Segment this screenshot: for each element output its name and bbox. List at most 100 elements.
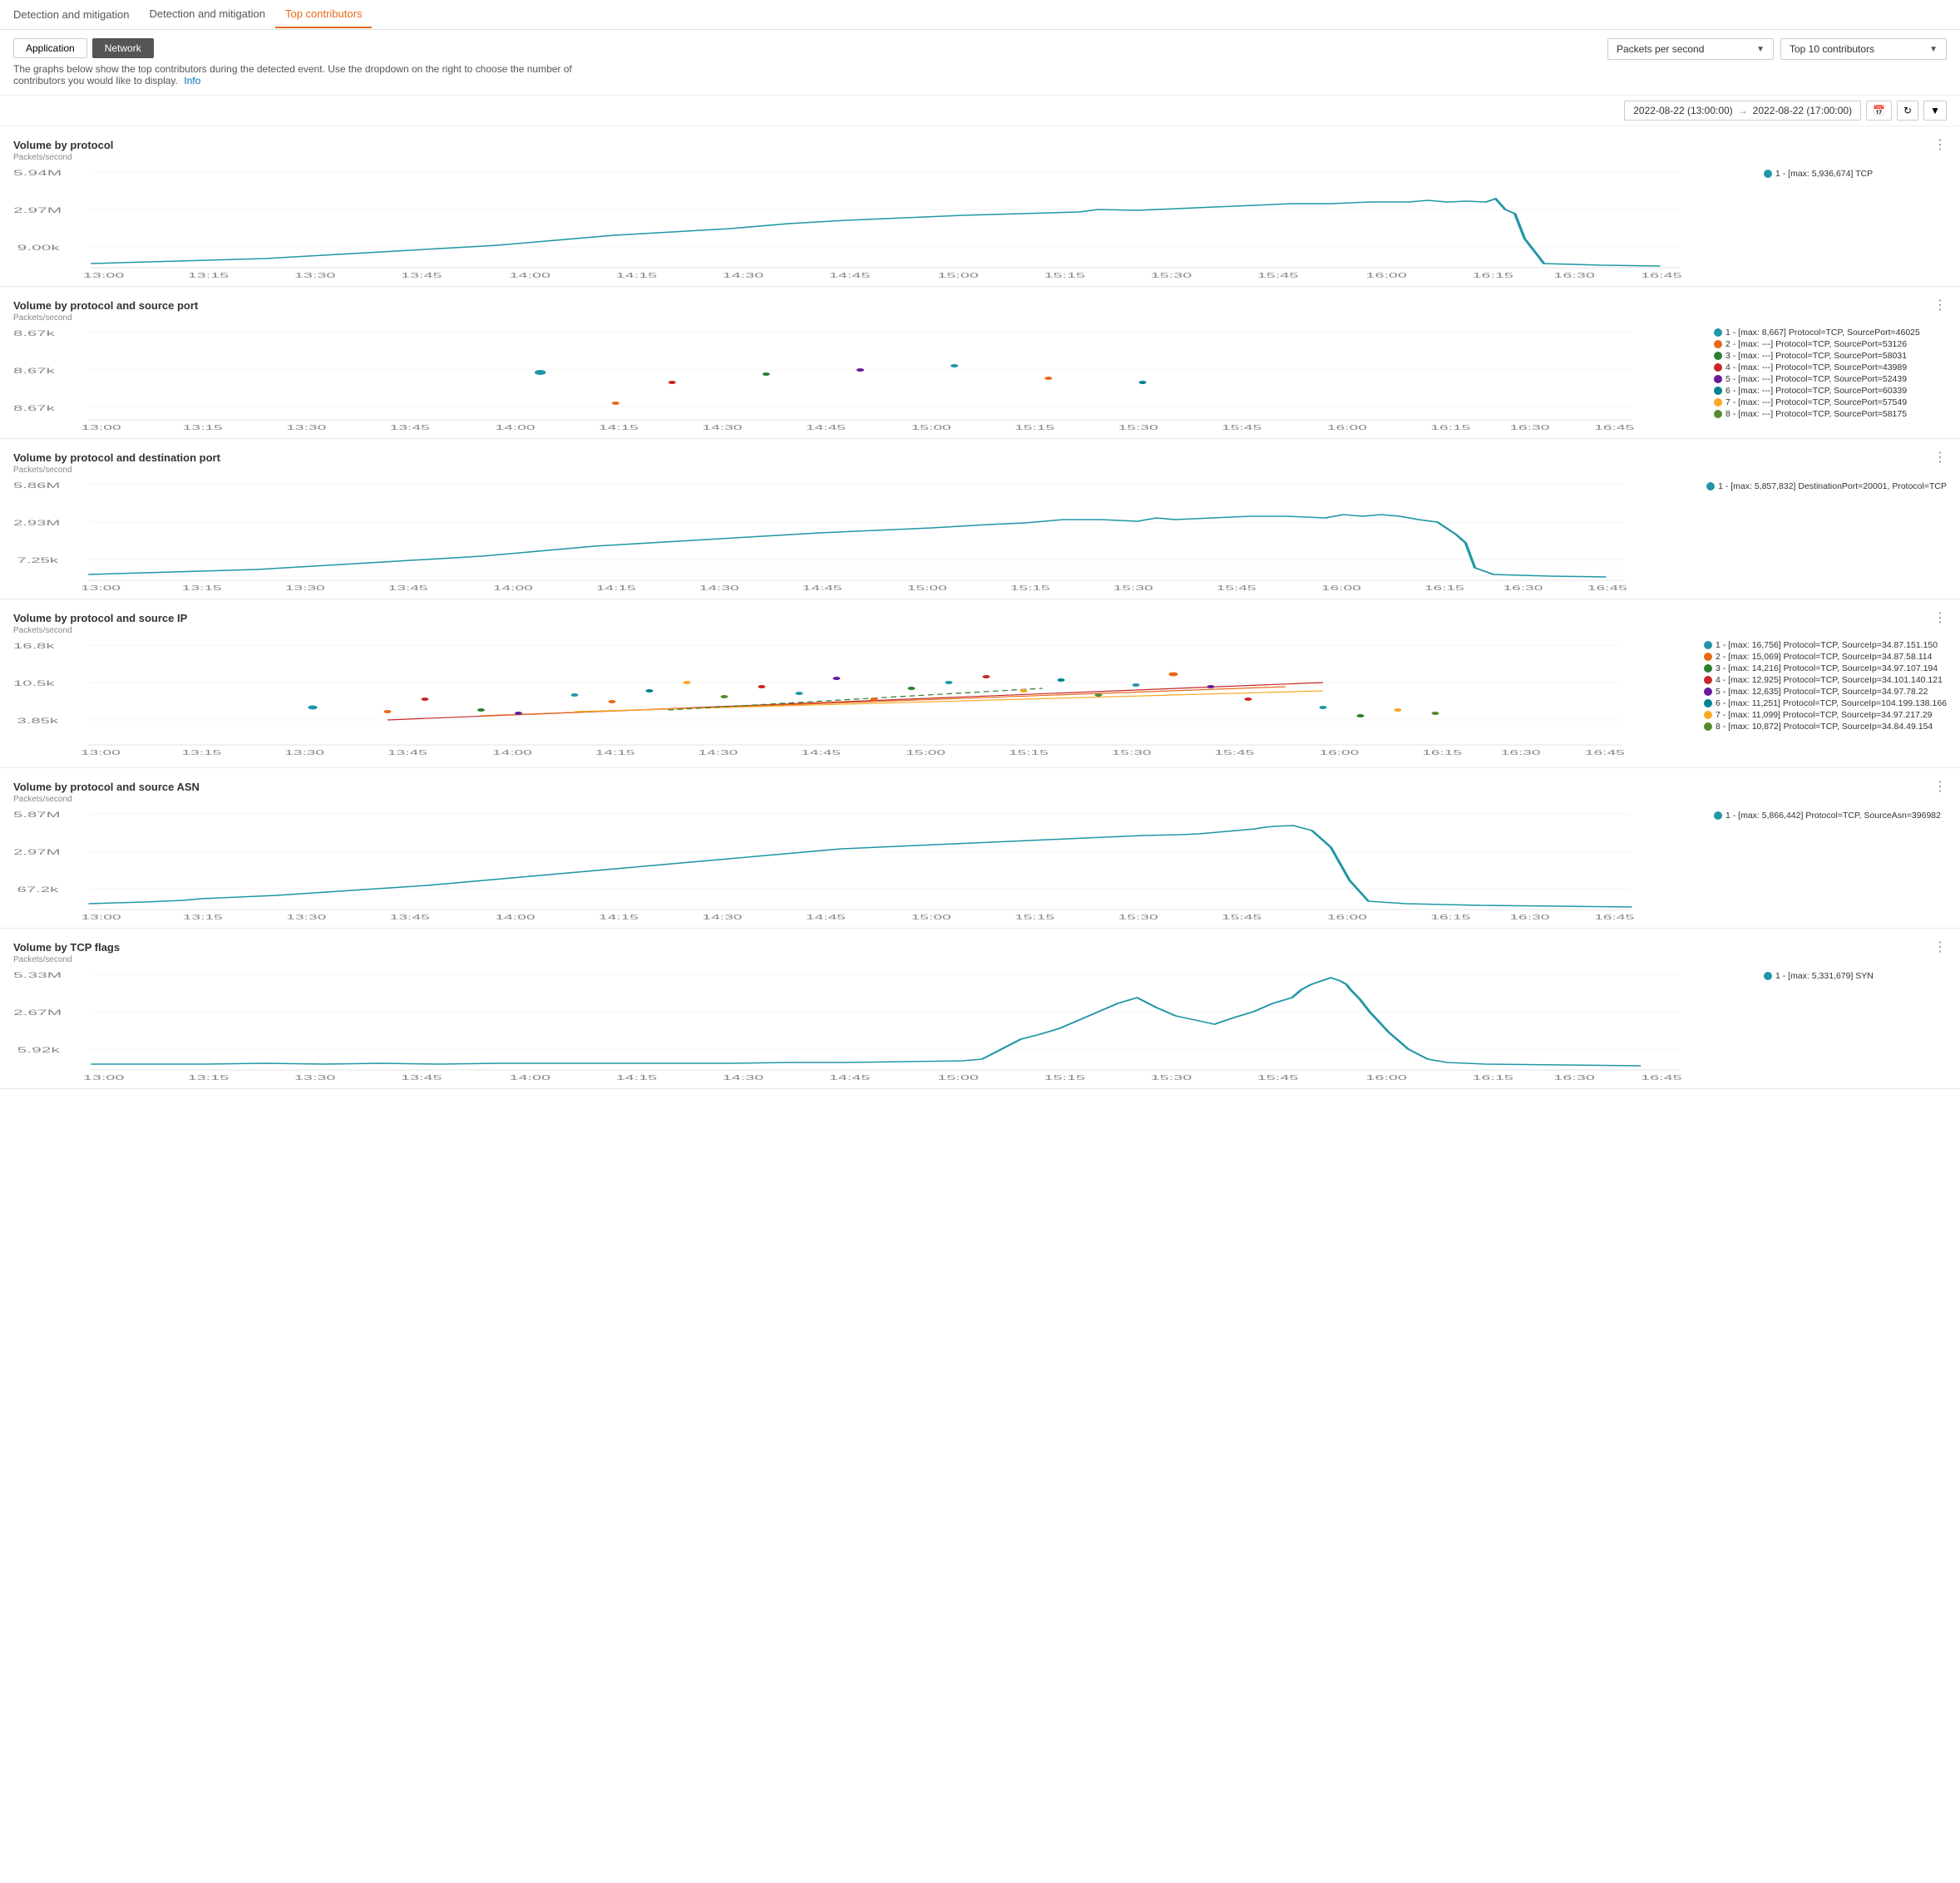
svg-text:8.67k: 8.67k (13, 405, 55, 413)
chart2-more[interactable]: ⋮ (1933, 297, 1947, 313)
refresh-btn[interactable]: ↻ (1897, 101, 1918, 121)
svg-text:14:45: 14:45 (801, 749, 841, 757)
chart-volume-by-dest-port: Volume by protocol and destination port … (0, 439, 1960, 599)
svg-text:15:00: 15:00 (937, 272, 979, 279)
svg-text:15:15: 15:15 (1044, 272, 1086, 279)
svg-text:15:15: 15:15 (1044, 1074, 1086, 1082)
svg-text:15:30: 15:30 (1118, 424, 1158, 431)
svg-text:15:00: 15:00 (911, 914, 951, 921)
svg-text:15:15: 15:15 (1015, 424, 1054, 431)
svg-text:14:45: 14:45 (829, 272, 871, 279)
svg-text:15:45: 15:45 (1222, 914, 1261, 921)
svg-text:16:15: 16:15 (1472, 1074, 1513, 1082)
svg-text:14:00: 14:00 (493, 584, 533, 592)
svg-text:16:00: 16:00 (1319, 749, 1359, 757)
tab-contributors[interactable]: Top contributors (275, 1, 373, 28)
svg-text:13:30: 13:30 (285, 584, 325, 592)
date-range-bar: 2022-08-22 (13:00:00) → 2022-08-22 (17:0… (0, 96, 1960, 126)
svg-text:16:00: 16:00 (1365, 272, 1407, 279)
contributors-dropdown[interactable]: Top 10 contributors ▼ (1780, 38, 1947, 60)
chart1-subtitle: Packets/second (13, 153, 1947, 162)
svg-text:16.8k: 16.8k (13, 643, 55, 651)
svg-text:13:30: 13:30 (286, 914, 326, 921)
chart6-legend: 1 - [max: 5,331,679] SYN (1764, 966, 1947, 1085)
svg-text:15:00: 15:00 (906, 749, 945, 757)
chart-volume-by-source-asn: Volume by protocol and source ASN ⋮ Pack… (0, 768, 1960, 929)
svg-text:14:30: 14:30 (702, 424, 742, 431)
svg-text:16:45: 16:45 (1585, 749, 1625, 757)
svg-text:16:45: 16:45 (1594, 424, 1634, 431)
date-range[interactable]: 2022-08-22 (13:00:00) → 2022-08-22 (17:0… (1624, 101, 1861, 121)
svg-text:14:30: 14:30 (702, 914, 742, 921)
chart4-more[interactable]: ⋮ (1933, 609, 1947, 626)
chart6-more[interactable]: ⋮ (1933, 939, 1947, 955)
chart5-title: Volume by protocol and source ASN (13, 781, 200, 793)
chart3-title: Volume by protocol and destination port (13, 451, 220, 464)
svg-text:67.2k: 67.2k (17, 886, 59, 895)
chart3-legend: 1 - [max: 5,857,832] DestinationPort=200… (1706, 476, 1947, 595)
toolbar: Application Network The graphs below sho… (0, 30, 1960, 96)
date-end: 2022-08-22 (17:00:00) (1753, 105, 1852, 116)
svg-text:15:15: 15:15 (1009, 749, 1049, 757)
svg-text:16:45: 16:45 (1587, 584, 1627, 592)
chart1-more[interactable]: ⋮ (1933, 136, 1947, 153)
svg-text:2.97M: 2.97M (13, 849, 61, 857)
svg-text:16:00: 16:00 (1365, 1074, 1407, 1082)
svg-text:16:30: 16:30 (1501, 749, 1541, 757)
svg-text:2.97M: 2.97M (13, 206, 62, 214)
svg-text:15:45: 15:45 (1257, 272, 1299, 279)
svg-text:14:00: 14:00 (495, 914, 535, 921)
svg-text:14:30: 14:30 (698, 749, 738, 757)
info-link[interactable]: Info (184, 75, 200, 86)
chart6-subtitle: Packets/second (13, 955, 1947, 964)
svg-text:5.94M: 5.94M (13, 169, 62, 177)
chart3-more[interactable]: ⋮ (1933, 449, 1947, 466)
svg-text:14:00: 14:00 (492, 749, 532, 757)
svg-text:16:15: 16:15 (1430, 914, 1470, 921)
chart5-legend: 1 - [max: 5,866,442] Protocol=TCP, Sourc… (1714, 806, 1947, 924)
svg-text:13:45: 13:45 (388, 749, 427, 757)
svg-text:13:15: 13:15 (188, 1074, 230, 1082)
svg-text:16:45: 16:45 (1641, 272, 1682, 279)
svg-text:8.67k: 8.67k (13, 367, 55, 376)
calendar-icon-btn[interactable]: 📅 (1866, 101, 1892, 121)
svg-text:14:30: 14:30 (699, 584, 739, 592)
network-tab-btn[interactable]: Network (92, 38, 154, 58)
application-tab-btn[interactable]: Application (13, 38, 87, 58)
svg-text:15:45: 15:45 (1214, 749, 1254, 757)
svg-text:9.00k: 9.00k (17, 244, 61, 252)
svg-text:15:45: 15:45 (1257, 1074, 1299, 1082)
svg-text:15:00: 15:00 (911, 424, 951, 431)
date-arrow: → (1738, 105, 1748, 116)
svg-text:16:15: 16:15 (1422, 749, 1462, 757)
svg-text:5.92k: 5.92k (17, 1046, 61, 1054)
metric-dropdown[interactable]: Packets per second ▼ (1607, 38, 1774, 60)
svg-text:15:15: 15:15 (1015, 914, 1054, 921)
chart3-subtitle: Packets/second (13, 466, 1947, 475)
svg-text:14:45: 14:45 (806, 914, 846, 921)
svg-text:13:45: 13:45 (390, 424, 430, 431)
description-text: The graphs below show the top contributo… (13, 63, 595, 86)
svg-text:16:30: 16:30 (1503, 584, 1543, 592)
svg-text:16:30: 16:30 (1509, 914, 1549, 921)
svg-text:13:00: 13:00 (83, 1074, 125, 1082)
chart4-subtitle: Packets/second (13, 626, 1947, 635)
svg-text:13:45: 13:45 (390, 914, 430, 921)
svg-text:16:45: 16:45 (1641, 1074, 1682, 1082)
charts-container: Volume by protocol ⋮ Packets/second 5.94… (0, 126, 1960, 1089)
svg-text:3.85k: 3.85k (17, 717, 58, 726)
settings-dropdown-btn[interactable]: ▼ (1923, 101, 1947, 121)
svg-text:5.87M: 5.87M (13, 811, 61, 820)
svg-text:10.5k: 10.5k (13, 680, 55, 688)
svg-text:13:30: 13:30 (284, 749, 324, 757)
svg-text:13:00: 13:00 (81, 424, 121, 431)
svg-text:16:15: 16:15 (1472, 272, 1513, 279)
svg-text:16:30: 16:30 (1553, 1074, 1595, 1082)
svg-text:13:00: 13:00 (83, 272, 125, 279)
svg-text:2.67M: 2.67M (13, 1008, 62, 1017)
tab-detection[interactable]: Detection and mitigation (139, 1, 274, 28)
chart5-more[interactable]: ⋮ (1933, 778, 1947, 795)
svg-text:14:15: 14:15 (596, 584, 636, 592)
svg-text:13:15: 13:15 (183, 914, 223, 921)
svg-text:7.25k: 7.25k (17, 557, 59, 565)
